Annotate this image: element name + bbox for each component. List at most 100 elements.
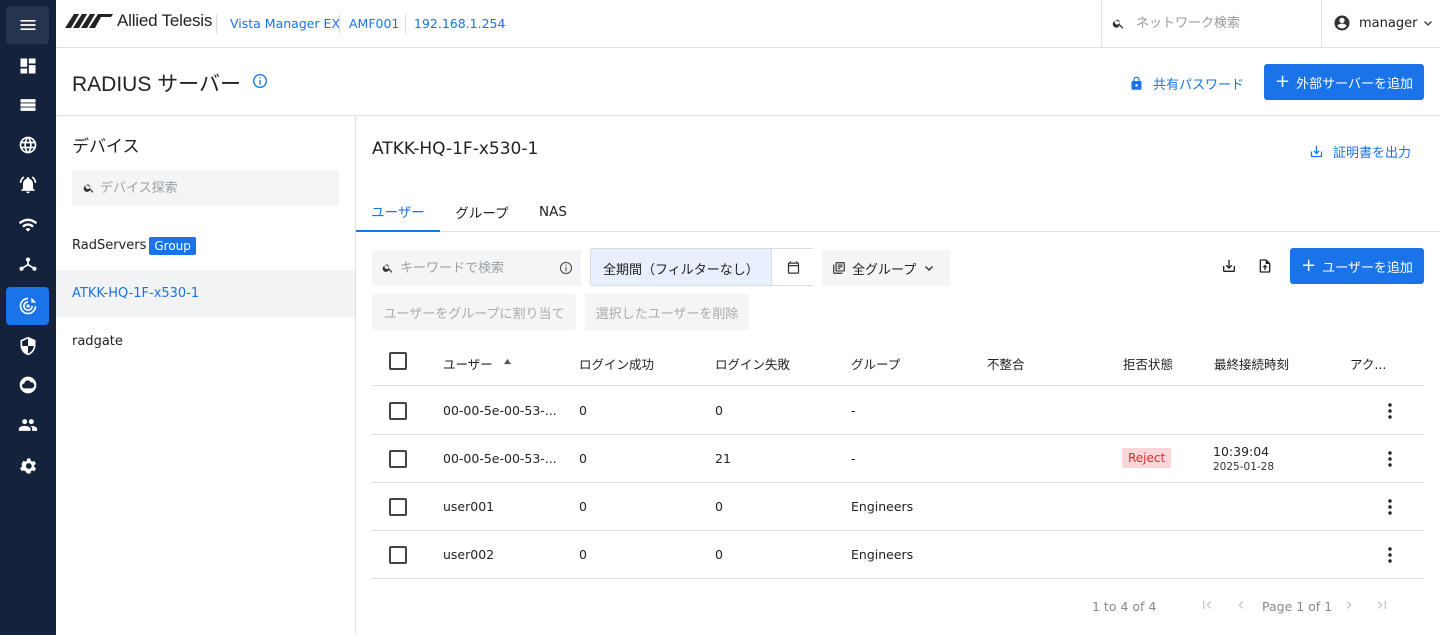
alarm-icon[interactable] xyxy=(6,166,49,204)
device-search xyxy=(72,170,339,206)
delete-selected-button[interactable]: 選択したユーザーを削除 xyxy=(585,294,749,330)
device-detail: ATKK-HQ-1F-x530-1 証明書を出力 ユーザー グループ NAS 全… xyxy=(356,116,1440,635)
keyword-search xyxy=(372,250,581,286)
group-badge: Group xyxy=(149,236,196,255)
network-search-input[interactable] xyxy=(1136,12,1316,34)
add-user-label: ユーザーを追加 xyxy=(1322,260,1413,276)
cell-login-failed: 0 xyxy=(715,547,723,562)
table-row[interactable]: 00-00-5e-00-53-... 0 21 - Reject 10:39:0… xyxy=(372,435,1424,483)
brand-name: Allied Telesis xyxy=(117,11,213,30)
tab-nas[interactable]: NAS xyxy=(524,192,582,232)
more-actions-icon[interactable] xyxy=(1384,546,1396,564)
network-icon[interactable] xyxy=(6,246,49,284)
device-item-radgate[interactable]: radgate xyxy=(56,318,355,365)
table-row[interactable]: user002 0 0 Engineers xyxy=(372,531,1424,579)
dashboard-icon[interactable] xyxy=(6,47,49,85)
export-certificate-button[interactable]: 証明書を出力 xyxy=(1309,142,1411,161)
breadcrumb-product[interactable]: Vista Manager EX xyxy=(230,16,340,31)
cell-login-failed: 21 xyxy=(715,451,731,466)
download-button[interactable] xyxy=(1217,254,1241,278)
table-row[interactable]: 00-00-5e-00-53-... 0 0 - xyxy=(372,387,1424,435)
row-checkbox[interactable] xyxy=(389,402,407,420)
shield-icon[interactable] xyxy=(6,327,49,365)
tab-bar: ユーザー グループ NAS xyxy=(356,192,1440,232)
last-connected-date: 2025-01-28 xyxy=(1213,461,1275,473)
list-icon[interactable] xyxy=(6,86,49,124)
radius-icon[interactable] xyxy=(6,287,49,325)
previous-page-icon[interactable] xyxy=(1233,597,1249,613)
select-all-checkbox[interactable] xyxy=(389,352,407,370)
last-connected-time: 10:39:04 xyxy=(1213,444,1270,459)
cloud-icon[interactable] xyxy=(6,366,49,404)
breadcrumb-ip[interactable]: 192.168.1.254 xyxy=(414,16,505,31)
divider xyxy=(339,14,340,34)
group-filter-dropdown[interactable]: 全グループ xyxy=(822,250,950,286)
next-page-icon[interactable] xyxy=(1341,597,1357,613)
plus-icon: + xyxy=(1275,71,1291,92)
info-icon[interactable] xyxy=(252,73,268,89)
brand-logo[interactable]: Allied Telesis xyxy=(65,11,212,31)
user-menu[interactable]: manager xyxy=(1333,14,1433,32)
assign-group-button[interactable]: ユーザーをグループに割り当て xyxy=(372,294,576,330)
more-actions-icon[interactable] xyxy=(1384,402,1396,420)
download-icon xyxy=(1310,145,1323,158)
wifi-icon[interactable] xyxy=(6,206,49,244)
cell-user: user001 xyxy=(443,499,495,514)
calendar-button[interactable] xyxy=(771,249,814,285)
breadcrumb-amf[interactable]: AMF001 xyxy=(349,16,399,31)
search-icon xyxy=(382,264,393,273)
tab-groups[interactable]: グループ xyxy=(440,192,524,232)
search-icon xyxy=(83,184,94,193)
column-user[interactable]: ユーザー xyxy=(443,354,493,373)
column-login-success[interactable]: ログイン成功 xyxy=(579,354,654,373)
reject-status-badge: Reject xyxy=(1122,448,1172,468)
cell-login-success: 0 xyxy=(579,451,587,466)
info-icon[interactable] xyxy=(559,261,573,275)
plus-icon: + xyxy=(1301,255,1317,276)
network-search xyxy=(1101,0,1322,47)
search-icon xyxy=(1112,19,1124,29)
column-group[interactable]: グループ xyxy=(851,354,900,373)
device-item-atkk-hq-1f-x530-1[interactable]: ATKK-HQ-1F-x530-1 xyxy=(56,270,355,317)
cell-login-failed: 0 xyxy=(715,499,723,514)
keyword-search-input[interactable] xyxy=(400,258,550,278)
calendar-icon xyxy=(787,260,799,274)
page-header: RADIUS サーバー 共有パスワード + 外部サーバーを追加 xyxy=(56,48,1440,116)
first-page-icon[interactable] xyxy=(1199,597,1215,613)
shared-password-button[interactable]: 共有パスワード xyxy=(1129,74,1244,93)
cell-group: - xyxy=(851,451,856,466)
device-item-radservers[interactable]: RadServers Group xyxy=(56,222,355,269)
row-checkbox[interactable] xyxy=(389,546,407,564)
file-upload-icon xyxy=(1259,259,1271,273)
add-external-server-button[interactable]: + 外部サーバーを追加 xyxy=(1264,64,1424,100)
tab-users[interactable]: ユーザー xyxy=(356,192,440,232)
import-file-button[interactable] xyxy=(1253,254,1277,278)
menu-icon[interactable] xyxy=(6,6,49,44)
group-stack-icon xyxy=(833,262,845,274)
add-user-button[interactable]: + ユーザーを追加 xyxy=(1290,248,1424,284)
period-filter[interactable]: 全期間（フィルターなし） xyxy=(590,248,814,286)
cell-login-success: 0 xyxy=(579,499,587,514)
column-last-connected[interactable]: 最終接続時刻 xyxy=(1214,354,1289,373)
cell-user: 00-00-5e-00-53-... xyxy=(443,451,557,466)
last-page-icon[interactable] xyxy=(1374,597,1390,613)
more-actions-icon[interactable] xyxy=(1384,498,1396,516)
chevron-down-icon xyxy=(925,266,934,271)
more-actions-icon[interactable] xyxy=(1384,450,1396,468)
column-login-failed[interactable]: ログイン失敗 xyxy=(715,354,790,373)
cell-user: 00-00-5e-00-53-... xyxy=(443,403,557,418)
device-name: radgate xyxy=(72,334,123,349)
globe-icon[interactable] xyxy=(6,126,49,164)
users-icon[interactable] xyxy=(6,406,49,444)
device-panel: デバイス RadServers Group ATKK-HQ-1F-x530-1 … xyxy=(56,116,356,635)
column-mismatch[interactable]: 不整合 xyxy=(987,354,1025,373)
row-checkbox[interactable] xyxy=(389,498,407,516)
divider xyxy=(405,14,406,34)
device-search-input[interactable] xyxy=(100,178,330,198)
gear-icon[interactable] xyxy=(6,447,49,485)
sort-ascending-icon[interactable] xyxy=(503,358,512,365)
column-reject-status[interactable]: 拒否状態 xyxy=(1123,354,1173,373)
table-row[interactable]: user001 0 0 Engineers xyxy=(372,483,1424,531)
row-checkbox[interactable] xyxy=(389,450,407,468)
group-filter-label: 全グループ xyxy=(852,262,917,278)
